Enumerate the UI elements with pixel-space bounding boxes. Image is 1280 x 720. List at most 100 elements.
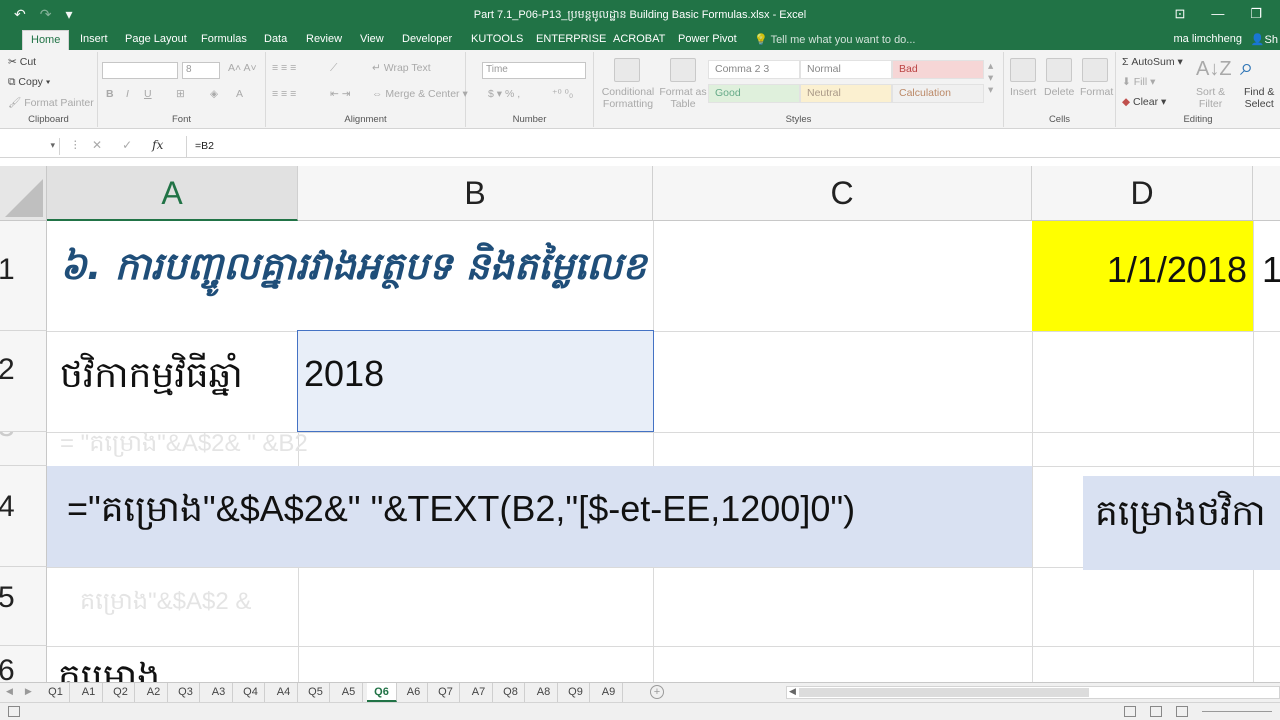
new-sheet-plus-icon[interactable]: + [650, 685, 664, 699]
tab-view[interactable]: View [360, 33, 384, 45]
sheet-tab-q8[interactable]: Q8 [497, 683, 525, 702]
style-comma-2-3[interactable]: Comma 2 3 [708, 60, 800, 79]
italic-icon[interactable]: I [126, 88, 129, 100]
cell-a5[interactable]: គម្រោង"&$A$2 & [80, 586, 251, 621]
row-header-3[interactable]: 3 [0, 432, 47, 466]
cell-a2[interactable]: ថវិកាកម្មវិធីឆ្នាំ [60, 352, 296, 412]
column-header-a[interactable]: A [47, 166, 298, 221]
cut-button[interactable]: ✂ Cut [8, 56, 36, 68]
sheet-tab-a4[interactable]: A4 [270, 683, 298, 702]
cancel-icon[interactable]: ✕ [92, 138, 102, 152]
row-header-6[interactable]: 6 [0, 646, 47, 682]
cell-b2[interactable]: 2018 [297, 330, 654, 432]
conditional-formatting-button[interactable]: Conditional Formatting [598, 86, 658, 110]
merge-center-button[interactable]: ⇔ Merge & Center ▾ [372, 88, 468, 100]
cell-d4[interactable]: គម្រោងថវិកា [1083, 476, 1280, 570]
align-left-center-right-icon[interactable]: ≡ ≡ ≡ [272, 88, 296, 100]
tab-review[interactable]: Review [306, 33, 342, 45]
user-name[interactable]: ma limchheng [1174, 33, 1242, 45]
fill-button[interactable]: ⬇ Fill ▾ [1122, 76, 1155, 88]
sheet-tab-q3[interactable]: Q3 [172, 683, 200, 702]
cell-a3[interactable]: = "គម្រោង"&A$2& " &B2 [60, 428, 308, 463]
row-header-2[interactable]: 2 [0, 331, 47, 432]
sheet-tab-a3[interactable]: A3 [205, 683, 233, 702]
sheet-tab-a6[interactable]: A6 [400, 683, 428, 702]
scroll-right-icon[interactable]: ▶ [25, 686, 32, 697]
macro-record-icon[interactable] [8, 706, 20, 717]
sheet-tab-q9[interactable]: Q9 [562, 683, 590, 702]
tab-acrobat[interactable]: ACROBAT [613, 33, 665, 45]
normal-view-icon[interactable] [1124, 706, 1136, 717]
underline-icon[interactable]: U [144, 88, 152, 100]
cell-e1[interactable]: 1 [1262, 249, 1280, 299]
scroll-left-arrow-icon[interactable]: ◀ [789, 686, 796, 697]
styles-scroll-icon[interactable]: ▴ ▾ ▾ [988, 60, 993, 96]
sheet-tab-a8[interactable]: A8 [530, 683, 558, 702]
page-break-view-icon[interactable] [1176, 706, 1188, 717]
delete-cells-button[interactable]: Delete [1044, 86, 1074, 98]
select-all-button[interactable] [0, 166, 47, 221]
sheet-tab-a5[interactable]: A5 [335, 683, 363, 702]
insert-cells-button[interactable]: Insert [1010, 86, 1036, 98]
horizontal-scrollbar[interactable]: ◀ [786, 686, 1280, 699]
format-cells-button[interactable]: Format [1080, 86, 1113, 98]
ribbon-display-options-icon[interactable]: ⊡ [1174, 6, 1185, 22]
sheet-tab-q4[interactable]: Q4 [237, 683, 265, 702]
font-color-icon[interactable]: A [236, 88, 243, 100]
chevron-down-icon[interactable]: ▾ [50, 140, 55, 151]
sort-filter-button[interactable]: Sort & Filter [1196, 86, 1225, 110]
sheet-tab-a7[interactable]: A7 [465, 683, 493, 702]
column-header-d[interactable]: D [1032, 166, 1253, 221]
format-as-table-button[interactable]: Format as Table [658, 86, 708, 110]
row-header-1[interactable]: 1 [0, 221, 47, 331]
font-size-combo[interactable]: 8 [182, 62, 220, 79]
zoom-slider[interactable] [1202, 711, 1272, 712]
page-layout-view-icon[interactable] [1150, 706, 1162, 717]
decimal-icon[interactable]: ⁺⁰ ⁰₀ [552, 88, 573, 100]
scrollbar-thumb[interactable] [799, 688, 1089, 697]
borders-icon[interactable]: ⊞ [176, 88, 185, 100]
fill-color-icon[interactable]: ◈ [210, 88, 218, 100]
tab-insert[interactable]: Insert [80, 33, 108, 45]
style-neutral[interactable]: Neutral [800, 84, 892, 103]
row-header-5[interactable]: 5 [0, 567, 47, 646]
sheet-tab-q7[interactable]: Q7 [432, 683, 460, 702]
tab-page-layout[interactable]: Page Layout [125, 33, 187, 45]
cell-a6[interactable]: គម្រោង [58, 654, 296, 682]
scroll-left-icon[interactable]: ◀ [6, 686, 13, 697]
sheet-tab-q1[interactable]: Q1 [42, 683, 70, 702]
minimize-icon[interactable]: — [1211, 6, 1224, 22]
tab-enterprise[interactable]: ENTERPRISE [536, 33, 606, 45]
style-calculation[interactable]: Calculation [892, 84, 984, 103]
formula-input[interactable]: =B2 [186, 136, 1280, 157]
column-header-b[interactable]: B [298, 166, 653, 221]
tab-power-pivot[interactable]: Power Pivot [678, 33, 737, 45]
format-painter-button[interactable]: 🖌 Format Painter [8, 96, 94, 109]
sheet-tab-q6[interactable]: Q6 [367, 683, 397, 702]
find-select-button[interactable]: Find & Select [1244, 86, 1274, 110]
style-bad[interactable]: Bad [892, 60, 984, 79]
sheet-tab-q2[interactable]: Q2 [107, 683, 135, 702]
indent-icon[interactable]: ⇤ ⇥ [330, 88, 351, 100]
clear-button[interactable]: ◆ Clear ▾ [1122, 96, 1166, 108]
sheet-tab-a2[interactable]: A2 [140, 683, 168, 702]
enter-check-icon[interactable]: ✓ [122, 138, 132, 152]
cell-d1[interactable]: 1/1/2018 [1032, 221, 1253, 331]
tab-formulas[interactable]: Formulas [201, 33, 247, 45]
autosum-button[interactable]: Σ AutoSum ▾ [1122, 56, 1183, 68]
column-header-e[interactable] [1253, 166, 1280, 221]
sheet-tab-q5[interactable]: Q5 [302, 683, 330, 702]
sheet-tab-a9[interactable]: A9 [595, 683, 623, 702]
tab-kutools[interactable]: KUTOOLS [471, 33, 523, 45]
tab-developer[interactable]: Developer [402, 33, 452, 45]
insert-function-icon[interactable]: fx [152, 138, 163, 152]
column-header-c[interactable]: C [653, 166, 1032, 221]
style-good[interactable]: Good [708, 84, 800, 103]
row-header-4[interactable]: 4 [0, 466, 47, 567]
cell-a1[interactable]: ៦. ការបញ្ចូលគ្នារវាងអត្ថបទ និងតម្លៃលេខ [60, 242, 960, 302]
font-name-combo[interactable] [102, 62, 178, 79]
share-button[interactable]: 👤Sh [1251, 33, 1278, 46]
tab-home[interactable]: Home [22, 30, 70, 50]
tell-me-box[interactable]: 💡 Tell me what you want to do... [754, 33, 915, 46]
name-box[interactable]: ▾ [0, 138, 60, 155]
